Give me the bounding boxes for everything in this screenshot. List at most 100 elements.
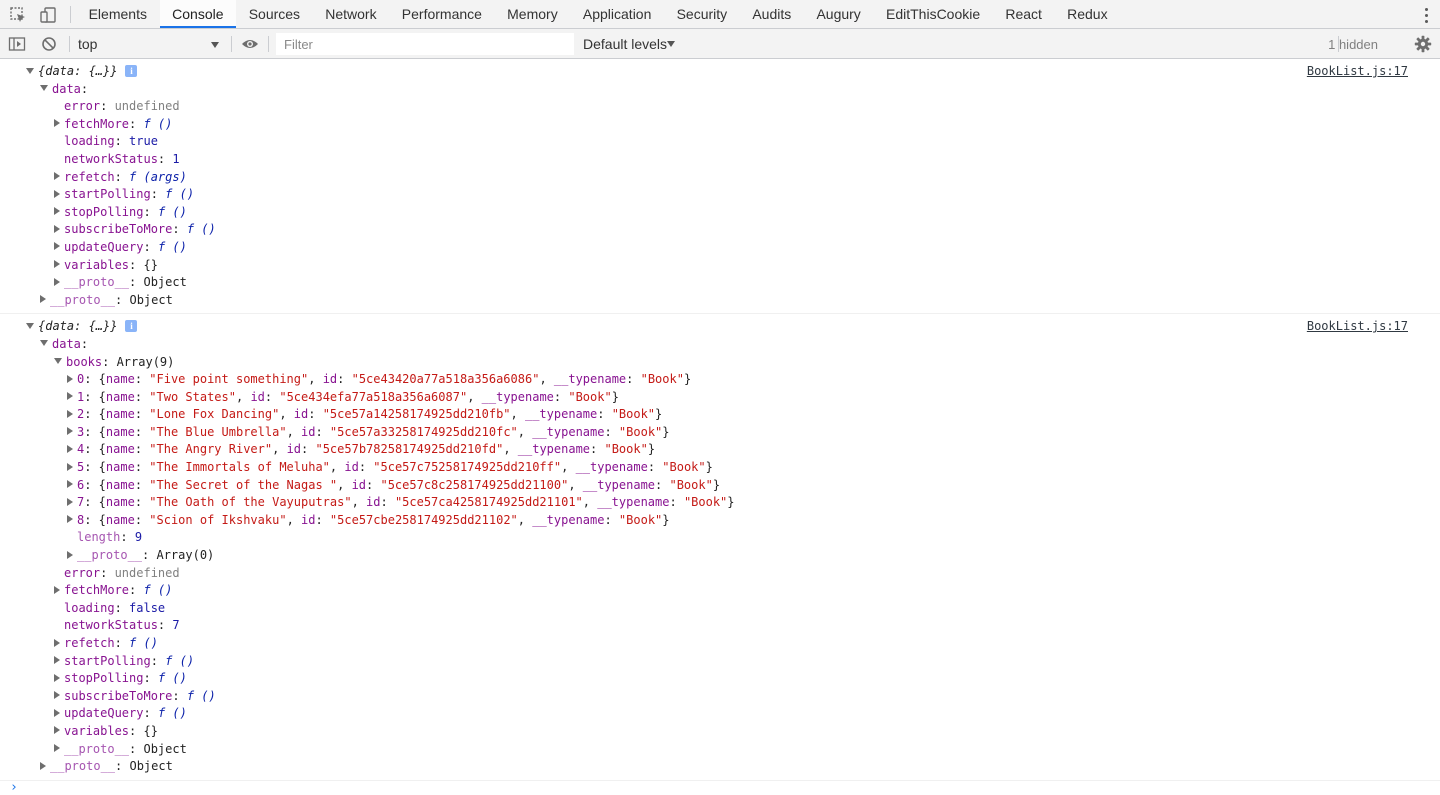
tab-audits[interactable]: Audits bbox=[740, 0, 804, 28]
collapsed-triangle-icon[interactable] bbox=[67, 515, 73, 524]
filter-input[interactable] bbox=[276, 33, 574, 55]
gear-icon[interactable] bbox=[1414, 35, 1432, 53]
collapsed-triangle-icon[interactable] bbox=[67, 480, 73, 489]
tab-react[interactable]: React bbox=[993, 0, 1055, 28]
data-field-fetchMore[interactable]: fetchMore: f () bbox=[0, 582, 1440, 600]
book-item[interactable]: 6: {name: "The Secret of the Nagas ", id… bbox=[0, 477, 1440, 495]
data-property[interactable]: data: bbox=[0, 336, 1440, 354]
collapsed-triangle-icon[interactable] bbox=[67, 444, 73, 453]
device-toolbar-icon[interactable] bbox=[38, 5, 58, 25]
collapsed-triangle-icon[interactable] bbox=[54, 242, 60, 251]
tab-network[interactable]: Network bbox=[313, 0, 390, 28]
data-field-stopPolling[interactable]: stopPolling: f () bbox=[0, 204, 1440, 222]
data-field-refetch[interactable]: refetch: f () bbox=[0, 635, 1440, 653]
data-field-startPolling[interactable]: startPolling: f () bbox=[0, 186, 1440, 204]
clear-console-icon[interactable] bbox=[40, 35, 58, 53]
book-item[interactable]: 5: {name: "The Immortals of Meluha", id:… bbox=[0, 459, 1440, 477]
book-item[interactable]: 4: {name: "The Angry River", id: "5ce57b… bbox=[0, 441, 1440, 459]
book-item[interactable]: 7: {name: "The Oath of the Vayuputras", … bbox=[0, 494, 1440, 512]
collapsed-triangle-icon[interactable] bbox=[67, 462, 73, 471]
collapsed-triangle-icon[interactable] bbox=[67, 427, 73, 436]
context-selector[interactable]: top bbox=[78, 36, 97, 52]
book-item[interactable]: 2: {name: "Lone Fox Dancing", id: "5ce57… bbox=[0, 406, 1440, 424]
collapsed-triangle-icon[interactable] bbox=[54, 638, 60, 647]
data-field-updateQuery[interactable]: updateQuery: f () bbox=[0, 239, 1440, 257]
data-field-startPolling[interactable]: startPolling: f () bbox=[0, 653, 1440, 671]
data-field-refetch[interactable]: refetch: f (args) bbox=[0, 169, 1440, 187]
tab-console[interactable]: Console bbox=[159, 0, 237, 28]
key-typename: __typename bbox=[517, 442, 591, 457]
books-property[interactable]: books: Array(9) bbox=[0, 354, 1440, 372]
collapsed-triangle-icon[interactable] bbox=[67, 497, 73, 506]
log-levels-dropdown[interactable]: Default levels bbox=[583, 36, 667, 52]
data-field-loading: loading: true bbox=[64, 134, 158, 149]
collapsed-triangle-icon[interactable] bbox=[54, 744, 60, 753]
collapsed-triangle-icon[interactable] bbox=[54, 673, 60, 682]
collapsed-triangle-icon[interactable] bbox=[40, 761, 46, 770]
data-field-variables[interactable]: variables: {} bbox=[0, 257, 1440, 275]
expanded-triangle-icon[interactable] bbox=[26, 67, 34, 74]
collapsed-triangle-icon[interactable] bbox=[54, 189, 60, 198]
book-item[interactable]: 0: {name: "Five point something", id: "5… bbox=[0, 371, 1440, 389]
collapsed-triangle-icon[interactable] bbox=[54, 277, 60, 286]
property-key: subscribeToMore bbox=[64, 688, 173, 703]
outer-proto-property[interactable]: __proto__: Object bbox=[0, 292, 1440, 310]
collapsed-triangle-icon[interactable] bbox=[54, 119, 60, 128]
chevron-down-icon[interactable] bbox=[667, 41, 675, 47]
expanded-triangle-icon[interactable] bbox=[40, 340, 48, 347]
data-field-stopPolling[interactable]: stopPolling: f () bbox=[0, 670, 1440, 688]
collapsed-triangle-icon[interactable] bbox=[54, 585, 60, 594]
kebab-menu-icon[interactable] bbox=[1420, 5, 1432, 25]
book-item[interactable]: 8: {name: "Scion of Ikshvaku", id: "5ce5… bbox=[0, 512, 1440, 530]
data-field-proto[interactable]: __proto__: Object bbox=[0, 741, 1440, 759]
outer-proto-property[interactable]: __proto__: Object bbox=[0, 758, 1440, 776]
collapsed-triangle-icon[interactable] bbox=[67, 392, 73, 401]
property-value: f () bbox=[186, 688, 216, 703]
tab-editthiscookie[interactable]: EditThisCookie bbox=[873, 0, 992, 28]
data-field-subscribeToMore[interactable]: subscribeToMore: f () bbox=[0, 221, 1440, 239]
property-value: f () bbox=[157, 204, 187, 219]
expanded-triangle-icon[interactable] bbox=[40, 85, 48, 92]
tab-sources[interactable]: Sources bbox=[236, 0, 313, 28]
collapsed-triangle-icon[interactable] bbox=[54, 726, 60, 735]
expanded-triangle-icon[interactable] bbox=[54, 358, 62, 364]
data-field-updateQuery[interactable]: updateQuery: f () bbox=[0, 705, 1440, 723]
collapsed-triangle-icon[interactable] bbox=[67, 550, 73, 559]
collapsed-triangle-icon[interactable] bbox=[54, 172, 60, 181]
chevron-down-icon[interactable] bbox=[211, 42, 219, 48]
collapsed-triangle-icon[interactable] bbox=[67, 409, 73, 418]
collapsed-triangle-icon[interactable] bbox=[54, 260, 60, 269]
data-field-variables[interactable]: variables: {} bbox=[0, 723, 1440, 741]
object-summary[interactable]: {data: {…}} i bbox=[0, 63, 1440, 81]
collapsed-triangle-icon[interactable] bbox=[54, 708, 60, 717]
collapsed-triangle-icon[interactable] bbox=[67, 374, 73, 383]
data-field-subscribeToMore[interactable]: subscribeToMore: f () bbox=[0, 688, 1440, 706]
tab-elements[interactable]: Elements bbox=[76, 0, 160, 28]
info-icon[interactable]: i bbox=[125, 64, 138, 77]
eye-icon[interactable] bbox=[241, 35, 259, 53]
data-property[interactable]: data: bbox=[0, 81, 1440, 99]
collapsed-triangle-icon[interactable] bbox=[54, 656, 60, 665]
collapsed-triangle-icon[interactable] bbox=[54, 691, 60, 700]
tab-redux[interactable]: Redux bbox=[1055, 0, 1121, 28]
info-icon[interactable]: i bbox=[125, 319, 138, 332]
tab-security[interactable]: Security bbox=[664, 0, 740, 28]
expanded-triangle-icon[interactable] bbox=[26, 322, 34, 329]
object-summary[interactable]: {data: {…}} i bbox=[0, 318, 1440, 336]
data-field-proto[interactable]: __proto__: Object bbox=[0, 274, 1440, 292]
console-prompt[interactable]: › bbox=[10, 780, 18, 795]
inspect-element-icon[interactable] bbox=[8, 5, 28, 25]
collapsed-triangle-icon[interactable] bbox=[40, 295, 46, 304]
tab-performance[interactable]: Performance bbox=[389, 0, 494, 28]
data-field-fetchMore[interactable]: fetchMore: f () bbox=[0, 116, 1440, 134]
tab-augury[interactable]: Augury bbox=[804, 0, 874, 28]
book-item[interactable]: 1: {name: "Two States", id: "5ce434efa77… bbox=[0, 389, 1440, 407]
tab-application[interactable]: Application bbox=[570, 0, 664, 28]
property-key: networkStatus bbox=[64, 151, 158, 166]
sidebar-toggle-icon[interactable] bbox=[8, 35, 26, 53]
book-item[interactable]: 3: {name: "The Blue Umbrella", id: "5ce5… bbox=[0, 424, 1440, 442]
tab-memory[interactable]: Memory bbox=[495, 0, 571, 28]
collapsed-triangle-icon[interactable] bbox=[54, 207, 60, 216]
collapsed-triangle-icon[interactable] bbox=[54, 224, 60, 233]
array-proto-property[interactable]: __proto__: Array(0) bbox=[0, 547, 1440, 565]
